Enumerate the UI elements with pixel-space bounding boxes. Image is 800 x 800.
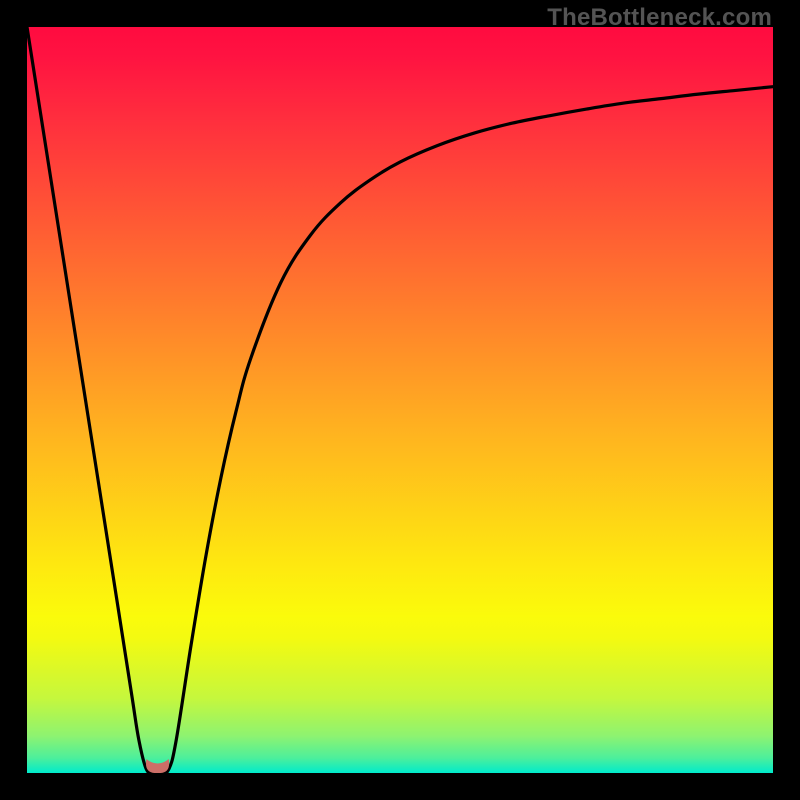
plot-area <box>27 27 773 773</box>
outer-frame: TheBottleneck.com <box>0 0 800 800</box>
attribution-text: TheBottleneck.com <box>547 4 772 32</box>
bottleneck-curve <box>27 27 773 773</box>
curve-line <box>27 27 773 773</box>
minimum-blob <box>146 759 169 773</box>
